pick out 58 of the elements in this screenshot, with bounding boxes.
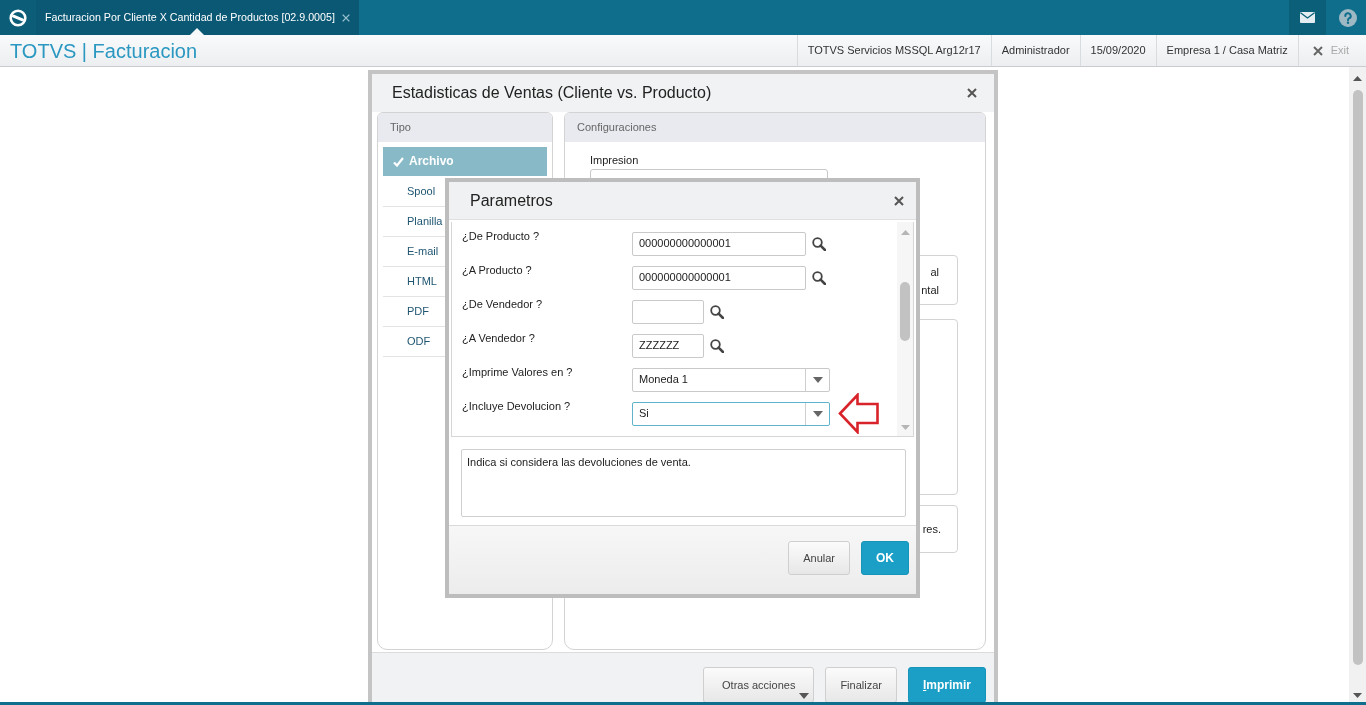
- close-icon[interactable]: [894, 195, 904, 206]
- field-label: Impresion: [590, 154, 640, 168]
- type-list-item[interactable]: E-mail: [383, 237, 445, 266]
- check-icon: [393, 156, 404, 167]
- dropdown[interactable]: Moneda 1: [632, 368, 830, 392]
- caret-icon: [799, 693, 810, 699]
- dialog-title: Estadisticas de Ventas (Cliente vs. Producto): [392, 83, 712, 103]
- question-label: ¿Incluye Devolucion ?: [462, 400, 572, 414]
- scrollbar[interactable]: [1349, 67, 1366, 702]
- mail-icon[interactable]: [1300, 12, 1315, 23]
- info-text: res.: [922, 522, 941, 536]
- question-label: ¿De Vendedor ?: [462, 298, 544, 312]
- dialog-title: Parametros: [470, 190, 553, 211]
- search-icon[interactable]: [812, 237, 826, 251]
- input-field[interactable]: [632, 300, 704, 324]
- app-tab[interactable]: Facturacion Por Cliente X Cantidad de Productos [02.9.0005]: [36, 0, 359, 35]
- question-label: ¿Imprime Valores en ?: [462, 366, 574, 380]
- question-label: ¿A Producto ?: [462, 264, 533, 278]
- search-icon[interactable]: [710, 305, 724, 319]
- option-label: ntal: [921, 283, 939, 299]
- type-list-item[interactable]: Planilla: [383, 207, 449, 236]
- outline-arrow-icon: [838, 393, 879, 434]
- question-label: ¿A Vendedor ?: [462, 332, 536, 346]
- scrollbar-thumb[interactable]: [1352, 90, 1363, 665]
- scroll-down-icon[interactable]: [1353, 693, 1362, 698]
- scrollbar[interactable]: [897, 222, 913, 436]
- secondary-button[interactable]: Anular: [788, 541, 850, 575]
- search-icon[interactable]: [710, 339, 724, 353]
- close-icon[interactable]: [1312, 45, 1323, 56]
- secondary-button[interactable]: Finalizar: [825, 667, 897, 702]
- panel-heading: Tipo: [390, 120, 411, 135]
- menu-button[interactable]: Otras acciones: [703, 667, 815, 702]
- type-list-item[interactable]: Spool: [383, 177, 442, 206]
- question-label: ¿De Producto ?: [462, 230, 541, 244]
- caret-icon: [812, 411, 823, 417]
- close-icon[interactable]: [967, 88, 977, 98]
- app-title: TOTVS | Facturacion: [9, 38, 198, 63]
- input-field[interactable]: 000000000000001: [632, 266, 806, 290]
- logo-icon[interactable]: [9, 8, 27, 27]
- help-icon[interactable]: [1338, 8, 1357, 27]
- option-label: al: [930, 265, 939, 281]
- header-info: Empresa 1 / Casa Matriz: [1155, 35, 1298, 66]
- input-field[interactable]: 000000000000001: [632, 232, 806, 256]
- panel-heading: Configuraciones: [577, 120, 657, 135]
- type-list-item[interactable]: ODF: [383, 327, 437, 356]
- description-box: Indica si considera las devoluciones de venta.: [461, 449, 906, 517]
- dropdown[interactable]: Si: [632, 402, 830, 426]
- close-icon[interactable]: [341, 13, 350, 22]
- header-info: TOTVS Servicios MSSQL Arg12r17: [796, 35, 991, 66]
- header-info: Administrador: [990, 35, 1080, 66]
- scroll-up-icon[interactable]: [1353, 76, 1362, 81]
- caret-icon: [812, 377, 823, 383]
- input-field[interactable]: ZZZZZZ: [632, 334, 704, 358]
- type-list-item[interactable]: HTML: [383, 267, 443, 296]
- type-list-item[interactable]: PDF: [383, 297, 435, 326]
- header-info: 15/09/2020: [1079, 35, 1156, 66]
- scrollbar-thumb[interactable]: [900, 282, 910, 341]
- search-icon[interactable]: [812, 271, 826, 285]
